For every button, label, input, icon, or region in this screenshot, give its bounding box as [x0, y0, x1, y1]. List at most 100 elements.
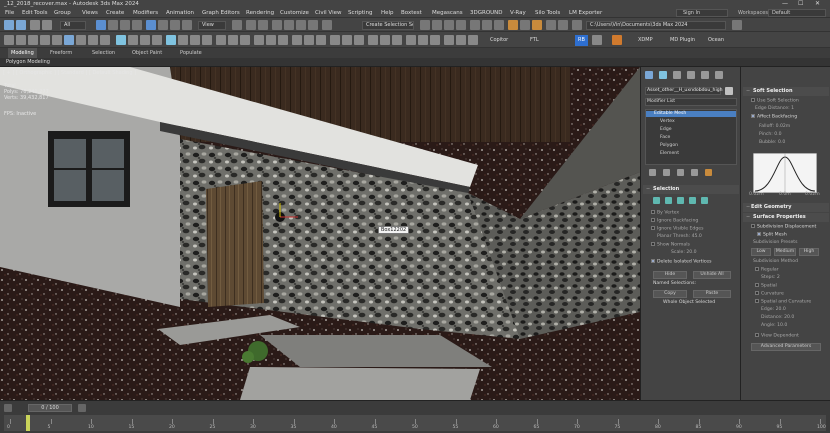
tab-modeling[interactable]: Modeling [8, 48, 37, 58]
prev-frame-icon[interactable] [4, 404, 12, 412]
method-curvature-option[interactable]: Curvature [755, 291, 784, 298]
menu-tools[interactable]: Tools [34, 8, 48, 18]
menu-modifiers[interactable]: Modifiers [133, 8, 158, 18]
mirror-icon[interactable] [420, 20, 430, 30]
menu-civil-view[interactable]: Civil View [315, 8, 341, 18]
stack-item-face[interactable]: Face [660, 135, 670, 141]
show-normals-option[interactable]: Show Normals [651, 242, 690, 249]
xdmp-button[interactable]: XDMP [638, 35, 653, 46]
plugin-icon-35[interactable] [430, 35, 440, 45]
unlink-icon[interactable] [42, 20, 52, 30]
plugin-icon-23[interactable] [278, 35, 288, 45]
align-icon[interactable] [432, 20, 442, 30]
plugin-icon-2[interactable] [16, 35, 26, 45]
plugin-icon-3[interactable] [28, 35, 38, 45]
scale-icon[interactable] [170, 20, 180, 30]
plugin-icon-27[interactable] [330, 35, 340, 45]
selection-rollout-header[interactable]: Selection [643, 185, 739, 194]
plugin-icon-37[interactable] [456, 35, 466, 45]
menu-megascans[interactable]: Megascans [432, 8, 463, 18]
use-soft-selection-option[interactable]: Use Soft Selection [751, 98, 799, 105]
snaps-toggle-icon[interactable] [272, 20, 282, 30]
configure-modifier-sets-icon[interactable] [705, 169, 712, 176]
method-regular-option[interactable]: Regular [755, 267, 779, 274]
delete-isolated-vertices-option[interactable]: Delete Isolated Vertices [651, 259, 712, 266]
named-selection-dropdown[interactable]: Create Selection Se [362, 21, 414, 30]
plugin-icon-5[interactable] [52, 35, 62, 45]
menu-create[interactable]: Create [106, 8, 124, 18]
material-editor-icon[interactable] [494, 20, 504, 30]
link-icon[interactable] [30, 20, 40, 30]
plugin-icon-16[interactable] [190, 35, 200, 45]
preset-low-button[interactable]: Low [751, 248, 771, 256]
plugin-icon-9[interactable] [100, 35, 110, 45]
method-spatial-option[interactable]: Spatial [755, 283, 777, 290]
paste-button[interactable]: Paste [693, 290, 731, 298]
rect-selection-icon[interactable] [120, 20, 130, 30]
layer-explorer-icon[interactable] [444, 20, 454, 30]
viewport[interactable]: [ + ] [ Orthographic ] [ Standard ] [ De… [0, 67, 640, 400]
stack-item-element[interactable]: Element [660, 151, 679, 157]
plugin-icon-10[interactable] [116, 35, 126, 45]
plugin-icon-30[interactable] [368, 35, 378, 45]
menu-file[interactable]: File [5, 8, 14, 18]
hide-button[interactable]: Hide [653, 271, 687, 279]
minimize-button[interactable]: — [782, 0, 788, 8]
plugin-icon-38[interactable] [468, 35, 478, 45]
plugin-icon-40[interactable] [612, 35, 622, 45]
preset-medium-button[interactable]: Medium [774, 248, 796, 256]
frame-indicator[interactable]: 0 / 100 [28, 404, 72, 412]
plugin-icon-29[interactable] [354, 35, 364, 45]
spinner-snap-icon[interactable] [308, 20, 318, 30]
reference-coordinate-dropdown[interactable]: View [198, 21, 226, 30]
select-by-name-icon[interactable] [108, 20, 118, 30]
rotate-icon[interactable] [158, 20, 168, 30]
move-icon[interactable] [146, 20, 156, 30]
menu-rendering[interactable]: Rendering [246, 8, 274, 18]
plugin-icon-15[interactable] [178, 35, 188, 45]
pivot-center-icon[interactable] [232, 20, 242, 30]
plugin-icon-6[interactable] [64, 35, 74, 45]
show-end-result-icon[interactable] [663, 169, 670, 176]
keyboard-shortcut-icon[interactable] [258, 20, 268, 30]
polygon-mode-icon[interactable] [689, 197, 696, 204]
angle-spinner[interactable]: Angle: 10.0 [761, 323, 787, 329]
plugin-icon-22[interactable] [266, 35, 276, 45]
plugin-icon-1[interactable] [4, 35, 14, 45]
menu-3dground[interactable]: 3DGROUND [470, 8, 503, 18]
workspace-dropdown[interactable]: Default [768, 9, 826, 17]
edit-named-selection-icon[interactable] [322, 20, 332, 30]
plugin-icon-24[interactable] [292, 35, 302, 45]
menu-group[interactable]: Group [54, 8, 71, 18]
menu-help[interactable]: Help [381, 8, 394, 18]
falloff-spinner[interactable]: Falloff: 0.02m [759, 124, 790, 130]
object-color-swatch[interactable] [725, 87, 733, 95]
selection-filter-dropdown[interactable]: All [60, 21, 86, 30]
plugin-icon-28[interactable] [342, 35, 352, 45]
next-frame-icon[interactable] [78, 404, 86, 412]
by-vertex-option[interactable]: By Vertex [651, 210, 679, 217]
plugin-icon-8[interactable] [88, 35, 98, 45]
plugin-icon-39[interactable] [592, 35, 602, 45]
plugin-icon-21[interactable] [254, 35, 264, 45]
polygon-modeling-panel[interactable]: Polygon Modeling [6, 58, 50, 67]
make-unique-icon[interactable] [677, 169, 684, 176]
display-tab-icon[interactable] [701, 71, 709, 79]
menu-scripting[interactable]: Scripting [348, 8, 372, 18]
affect-backfacing-option[interactable]: Affect Backfacing [751, 114, 797, 121]
plugin-icon-33[interactable] [406, 35, 416, 45]
maximize-button[interactable]: ☐ [798, 0, 803, 8]
a360-gallery-icon[interactable] [558, 20, 568, 30]
undo-icon[interactable] [4, 20, 14, 30]
select-object-icon[interactable] [96, 20, 106, 30]
edge-mode-icon[interactable] [665, 197, 672, 204]
project-path-field[interactable]: C:\Users\Vin\Documents\3ds Max 2024 [586, 21, 726, 30]
edge-distance-option[interactable]: Edge Distance: 1 [755, 106, 794, 112]
planar-thresh-spinner[interactable]: Planar Thresh: 45.0 [657, 234, 702, 240]
create-tab-icon[interactable] [645, 71, 653, 79]
schematic-view-icon[interactable] [482, 20, 492, 30]
remove-modifier-icon[interactable] [691, 169, 698, 176]
steps-spinner[interactable]: Steps: 2 [761, 275, 780, 281]
render-setup-icon[interactable] [508, 20, 518, 30]
advanced-parameters-button[interactable]: Advanced Parameters [751, 343, 821, 351]
